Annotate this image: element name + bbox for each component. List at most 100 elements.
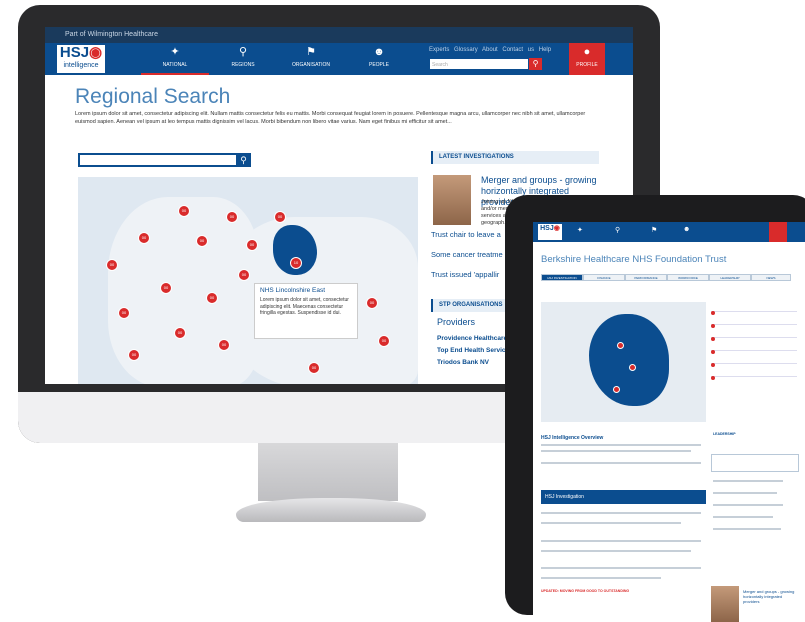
map-marker[interactable]: 00 [178, 205, 190, 217]
tablet-navigation: HSJ◉ ✦ ⚲ ⚑ ☻ [533, 222, 805, 242]
map-uk-icon: ✦ [170, 46, 180, 58]
logo-text: HSJ [59, 44, 90, 61]
tablet-article-title[interactable]: Merger and groups - growing horizontally… [743, 589, 799, 604]
header-search-input[interactable]: Search [429, 58, 529, 70]
latest-link[interactable]: Trust issued 'appallir [431, 270, 499, 279]
text-line [541, 444, 701, 446]
map-tooltip: NHS Lincolnshire East Lorem ipsum dolor … [254, 283, 358, 339]
map-marker[interactable]: 00 [118, 307, 130, 319]
map-marker[interactable]: 00 [218, 339, 230, 351]
tab-leadership[interactable]: LEADERSHIP [709, 274, 751, 281]
map-marker[interactable]: 00 [128, 349, 140, 361]
map-marker[interactable]: 00 [246, 239, 258, 251]
search-icon[interactable]: ⚲ [236, 153, 251, 167]
tooltip-text: Lorem ipsum dolor sit amet, consectetur … [260, 297, 349, 316]
text-line [541, 450, 691, 452]
search-icon[interactable]: ⚲ [529, 58, 542, 70]
hsj-logo[interactable]: HSJ◉ intelligence [57, 45, 105, 73]
map-region[interactable] [589, 314, 669, 406]
tab-performance[interactable]: PERFORMANCE [625, 274, 667, 281]
stp-item[interactable]: Providence Healthcare [437, 335, 507, 342]
map-marker[interactable]: 00 [308, 362, 320, 374]
map-marker[interactable]: 00 [174, 327, 186, 339]
profile-button[interactable] [769, 222, 787, 242]
text-line [541, 577, 661, 579]
tab-investigation[interactable]: HSJ INVESTIGATION [541, 274, 583, 281]
map-pin-icon: ⚲ [238, 46, 248, 58]
map-marker[interactable] [617, 342, 624, 349]
map-marker[interactable] [613, 386, 620, 393]
text-line [713, 480, 783, 482]
map-marker[interactable]: 00 [274, 211, 286, 223]
location-row[interactable] [711, 367, 797, 380]
logo-sub: intelligence [63, 62, 99, 69]
profile-button[interactable]: ● PROFILE [569, 43, 605, 75]
intro-text: Lorem ipsum dolor sit amet, consectetur … [75, 111, 586, 125]
nav-regions[interactable]: ⚲ REGIONS [209, 43, 277, 75]
tablet-logo[interactable]: HSJ◉ [538, 224, 562, 240]
latest-investigations-heading: LATEST INVESTIGATIONS [431, 151, 599, 164]
logo-mark: ◉ [553, 225, 560, 232]
util-link-experts[interactable]: Experts [429, 47, 449, 53]
map-marker[interactable]: 10 [290, 257, 302, 269]
map-marker[interactable]: 00 [196, 235, 208, 247]
text-line [541, 462, 701, 464]
location-row[interactable] [711, 302, 797, 315]
article-photo[interactable] [711, 586, 739, 622]
map-marker[interactable]: 00 [160, 282, 172, 294]
leadership-card[interactable] [711, 454, 799, 472]
tablet-tabs: HSJ INVESTIGATION FINANCE PERFORMANCE WO… [541, 274, 791, 281]
map-pin-icon[interactable]: ⚲ [615, 226, 620, 234]
map-marker[interactable]: 00 [238, 269, 250, 281]
nav-organisation[interactable]: ⚑ ORGANISATION [277, 43, 345, 75]
map-search-input[interactable] [78, 153, 238, 167]
tab-news[interactable]: NEWS [751, 274, 791, 281]
location-row[interactable] [711, 341, 797, 354]
logo-text: HSJ [540, 225, 554, 232]
location-row[interactable] [711, 328, 797, 341]
main-navigation: HSJ◉ intelligence ✦ NATIONAL ⚲ REGIONS ⚑… [45, 43, 633, 75]
map-marker[interactable]: 00 [206, 292, 218, 304]
user-icon: ● [583, 46, 591, 58]
nav-label: REGIONS [231, 62, 255, 68]
tooltip-title: NHS Lincolnshire East [260, 287, 326, 294]
people-icon[interactable]: ☻ [683, 226, 690, 233]
text-line [541, 522, 681, 524]
nav-national[interactable]: ✦ NATIONAL [141, 43, 209, 75]
util-link-help[interactable]: Help [539, 47, 551, 53]
stp-item[interactable]: Triodos Bank NV [437, 359, 489, 366]
page-title: Regional Search [75, 85, 231, 108]
map-marker[interactable]: 00 [106, 259, 118, 271]
tab-workforce[interactable]: WORKFORCE [667, 274, 709, 281]
tab-finance[interactable]: FINANCE [583, 274, 625, 281]
latest-link[interactable]: Trust chair to leave a [431, 230, 501, 239]
map-marker[interactable]: 00 [378, 335, 390, 347]
map-marker[interactable]: 00 [226, 211, 238, 223]
location-row[interactable] [711, 354, 797, 367]
util-link-contact[interactable]: Contact us [502, 47, 534, 53]
tablet-map[interactable] [541, 302, 706, 422]
map-marker[interactable]: 00 [138, 232, 150, 244]
nav-label: PEOPLE [368, 62, 389, 68]
text-line [713, 504, 783, 506]
updated-heading[interactable]: UPDATED: MOVING FROM GOOD TO OUTSTANDING [541, 589, 629, 593]
logo-mark: ◉ [89, 44, 103, 61]
tablet-screen: HSJ◉ ✦ ⚲ ⚑ ☻ Berkshire Healthcare NHS Fo… [533, 222, 805, 622]
nav-people[interactable]: ☻ PEOPLE [345, 43, 413, 75]
people-icon: ☻ [373, 46, 385, 58]
latest-link[interactable]: Some cancer treatme [431, 250, 503, 259]
location-row[interactable] [711, 315, 797, 328]
stp-item[interactable]: Top End Health Services [437, 347, 513, 354]
monitor-stand-base [236, 498, 426, 522]
flag-icon[interactable]: ⚑ [651, 226, 657, 234]
article-photo[interactable] [433, 175, 471, 225]
map-uk-icon[interactable]: ✦ [577, 226, 583, 234]
map-marker[interactable] [629, 364, 636, 371]
map-marker[interactable]: 00 [366, 297, 378, 309]
stp-subheading: Providers [437, 317, 476, 327]
regional-map[interactable]: 10 00 00 00 00 00 00 00 00 00 00 00 00 0… [78, 177, 418, 384]
util-link-glossary[interactable]: Glossary [454, 47, 478, 53]
tablet-location-list [711, 302, 797, 412]
tablet-page-title: Berkshire Healthcare NHS Foundation Trus… [541, 254, 727, 265]
util-link-about[interactable]: About [482, 47, 498, 53]
